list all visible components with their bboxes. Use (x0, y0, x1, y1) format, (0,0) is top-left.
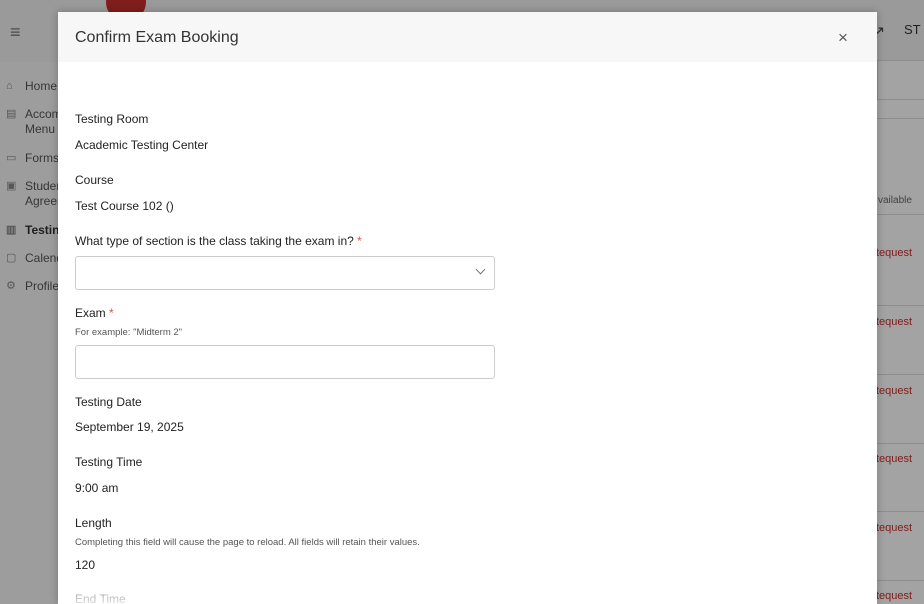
testing-room-value: Academic Testing Center (75, 138, 209, 152)
confirm-exam-booking-dialog: Confirm Exam Booking × Testing Room Acad… (58, 12, 877, 604)
exam-hint: For example: "Midterm 2" (75, 327, 183, 338)
length-value: 120 (75, 558, 96, 572)
exam-input[interactable] (75, 345, 495, 379)
modal-title: Confirm Exam Booking (75, 29, 239, 46)
testing-room-label: Testing Room (75, 112, 149, 126)
length-hint: Completing this field will cause the pag… (75, 537, 420, 548)
section-type-label-text: What type of section is the class taking… (75, 234, 354, 248)
end-time-label: End Time (75, 592, 126, 604)
course-label: Course (75, 173, 114, 187)
testing-date-label: Testing Date (75, 395, 142, 409)
close-icon[interactable]: × (838, 28, 848, 48)
section-type-select[interactable] (75, 256, 495, 290)
modal-header: Confirm Exam Booking × (58, 12, 877, 62)
chevron-down-icon (475, 264, 486, 275)
testing-date-value: September 19, 2025 (75, 420, 184, 434)
required-marker: * (109, 306, 114, 320)
testing-time-value: 9:00 am (75, 481, 119, 495)
section-type-label: What type of section is the class taking… (75, 234, 362, 248)
required-marker: * (357, 234, 362, 248)
exam-label-text: Exam (75, 306, 106, 320)
scroll-fade (58, 567, 877, 604)
testing-time-label: Testing Time (75, 455, 143, 469)
course-value: Test Course 102 () (75, 199, 174, 213)
length-label: Length (75, 516, 112, 530)
exam-label: Exam * (75, 306, 114, 320)
